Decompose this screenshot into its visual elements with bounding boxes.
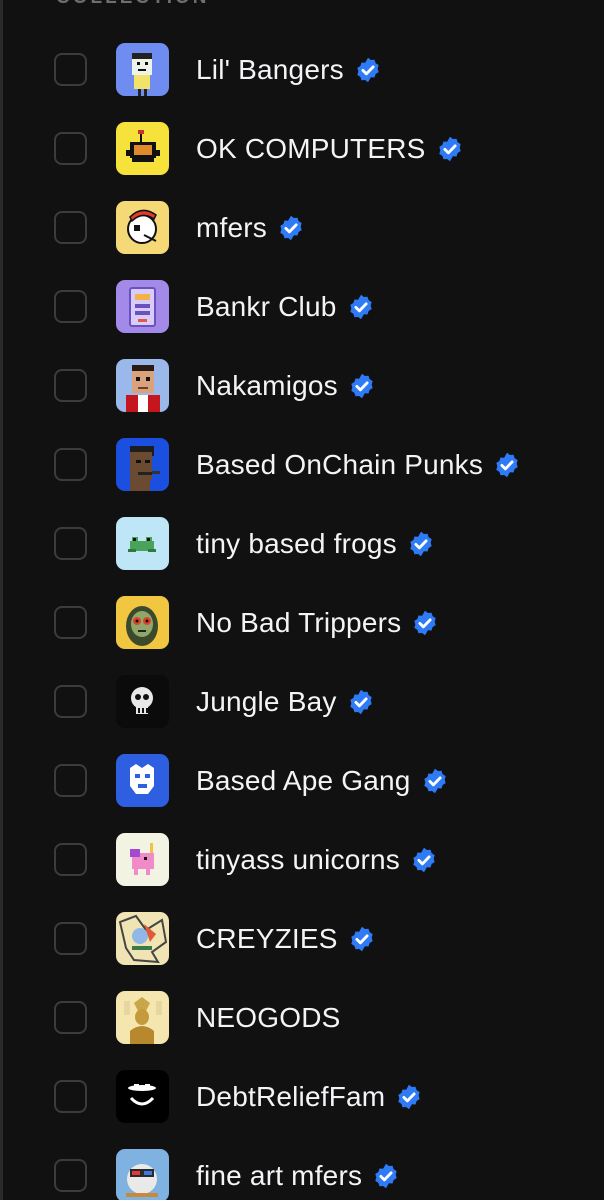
collection-name: DebtReliefFam: [196, 1080, 386, 1112]
collection-name: tinyass unicorns: [196, 843, 400, 875]
verified-badge-icon: [277, 214, 305, 242]
collection-name-group: Based Ape Gang: [196, 765, 449, 797]
collection-checkbox[interactable]: [54, 1080, 87, 1113]
collection-checkbox[interactable]: [54, 1159, 87, 1192]
collection-name-group: Jungle Bay: [196, 686, 375, 718]
collection-name-group: CREYZIES: [196, 923, 376, 955]
collection-checkbox[interactable]: [54, 132, 87, 165]
collection-checkbox[interactable]: [54, 527, 87, 560]
verified-badge-icon: [421, 767, 449, 795]
collection-name: Based OnChain Punks: [196, 448, 484, 480]
collection-row[interactable]: mfers: [0, 188, 604, 267]
collection-name-group: Nakamigos: [196, 370, 376, 402]
collection-row[interactable]: NEOGODS: [0, 978, 604, 1057]
collection-name-group: OK COMPUTERS: [196, 133, 464, 165]
collection-checkbox[interactable]: [54, 764, 87, 797]
tiny-based-frogs-avatar: [116, 517, 169, 570]
verified-badge-icon: [347, 688, 375, 716]
collection-name: Jungle Bay: [196, 685, 337, 717]
collection-name: CREYZIES: [196, 922, 338, 954]
collection-list: Lil' Bangers OK COMPUTERS mfers Bankr Cl…: [0, 30, 604, 1200]
collection-row[interactable]: DebtReliefFam: [0, 1057, 604, 1136]
collection-name: OK COMPUTERS: [196, 132, 426, 164]
collection-checkbox[interactable]: [54, 843, 87, 876]
jungle-bay-avatar: [116, 675, 169, 728]
collection-name: Lil' Bangers: [196, 53, 344, 85]
neogods-avatar: [116, 991, 169, 1044]
verified-badge-icon: [410, 846, 438, 874]
verified-badge-icon: [395, 1083, 423, 1111]
collection-row[interactable]: No Bad Trippers: [0, 583, 604, 662]
collection-row[interactable]: Jungle Bay: [0, 662, 604, 741]
collection-name-group: Lil' Bangers: [196, 54, 382, 86]
collection-name: mfers: [196, 211, 267, 243]
collection-checkbox[interactable]: [54, 685, 87, 718]
collection-row[interactable]: fine art mfers: [0, 1136, 604, 1200]
ok-computers-avatar: [116, 122, 169, 175]
collection-section-label: COLLECTION: [56, 0, 210, 8]
collection-name-group: Based OnChain Punks: [196, 449, 521, 481]
collection-name: NEOGODS: [196, 1001, 341, 1033]
collection-name: tiny based frogs: [196, 527, 397, 559]
mfers-avatar: [116, 201, 169, 254]
collection-name-group: fine art mfers: [196, 1160, 400, 1192]
collection-row[interactable]: Based Ape Gang: [0, 741, 604, 820]
verified-badge-icon: [411, 609, 439, 637]
verified-badge-icon: [372, 1162, 400, 1190]
based-onchain-punks-avatar: [116, 438, 169, 491]
collection-name: Nakamigos: [196, 369, 338, 401]
collection-name-group: tiny based frogs: [196, 528, 435, 560]
verified-badge-icon: [354, 56, 382, 84]
debt-relief-fam-avatar: [116, 1070, 169, 1123]
verified-badge-icon: [436, 135, 464, 163]
collection-row[interactable]: Bankr Club: [0, 267, 604, 346]
verified-badge-icon: [493, 451, 521, 479]
creyzies-avatar: [116, 912, 169, 965]
collection-row[interactable]: CREYZIES: [0, 899, 604, 978]
based-ape-gang-avatar: [116, 754, 169, 807]
nakamigos-avatar: [116, 359, 169, 412]
collection-checkbox[interactable]: [54, 606, 87, 639]
collection-filter-panel: COLLECTION Lil' Bangers OK COMPUTERS: [0, 0, 604, 1200]
collection-name-group: No Bad Trippers: [196, 607, 439, 639]
collection-checkbox[interactable]: [54, 922, 87, 955]
lil-bangers-avatar: [116, 43, 169, 96]
collection-name: fine art mfers: [196, 1159, 363, 1191]
collection-row[interactable]: tiny based frogs: [0, 504, 604, 583]
no-bad-trippers-avatar: [116, 596, 169, 649]
collection-checkbox[interactable]: [54, 448, 87, 481]
collection-checkbox[interactable]: [54, 290, 87, 323]
collection-row[interactable]: Nakamigos: [0, 346, 604, 425]
collection-row[interactable]: Based OnChain Punks: [0, 425, 604, 504]
collection-row[interactable]: tinyass unicorns: [0, 820, 604, 899]
collection-name: Bankr Club: [196, 290, 337, 322]
collection-checkbox[interactable]: [54, 369, 87, 402]
verified-badge-icon: [347, 293, 375, 321]
verified-badge-icon: [407, 530, 435, 558]
collection-checkbox[interactable]: [54, 53, 87, 86]
bankr-club-avatar: [116, 280, 169, 333]
collection-name-group: tinyass unicorns: [196, 844, 438, 876]
collection-checkbox[interactable]: [54, 1001, 87, 1034]
collection-name-group: Bankr Club: [196, 291, 375, 323]
collection-row[interactable]: Lil' Bangers: [0, 30, 604, 109]
collection-checkbox[interactable]: [54, 211, 87, 244]
collection-name: No Bad Trippers: [196, 606, 402, 638]
tinyass-unicorns-avatar: [116, 833, 169, 886]
collection-row[interactable]: OK COMPUTERS: [0, 109, 604, 188]
collection-name: Based Ape Gang: [196, 764, 411, 796]
fine-art-mfers-avatar: [116, 1149, 169, 1200]
collection-name-group: mfers: [196, 212, 305, 244]
collection-name-group: NEOGODS: [196, 1002, 341, 1034]
verified-badge-icon: [348, 372, 376, 400]
verified-badge-icon: [348, 925, 376, 953]
collection-name-group: DebtReliefFam: [196, 1081, 423, 1113]
